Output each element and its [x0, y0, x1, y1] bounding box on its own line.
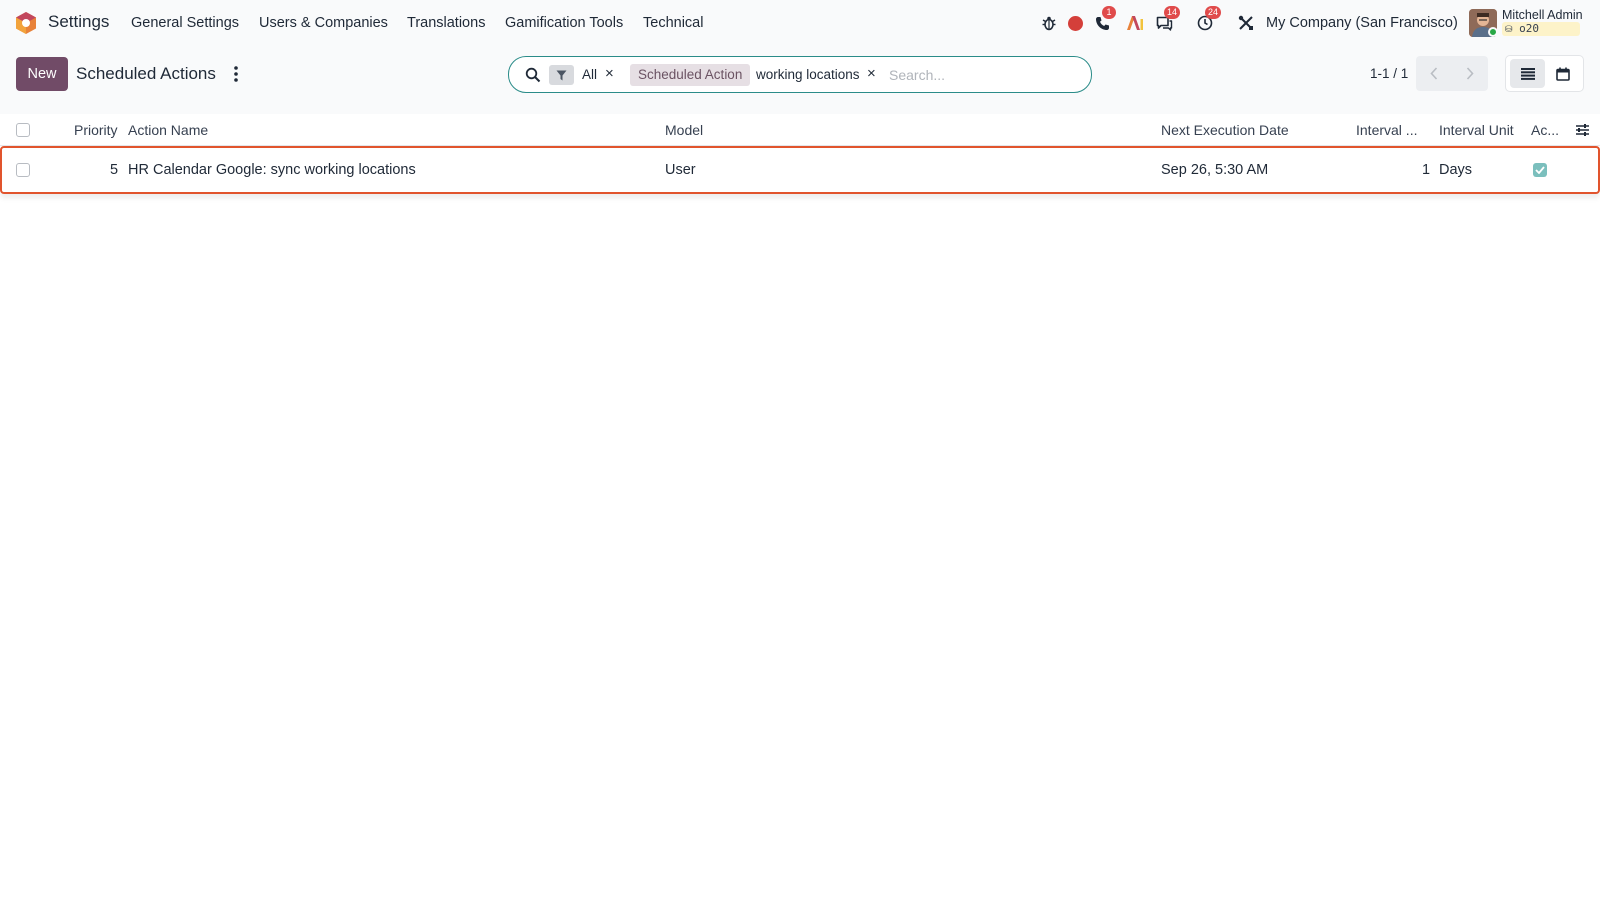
- filter-icon: [549, 65, 574, 85]
- chat-icon[interactable]: 14: [1154, 6, 1181, 33]
- clock-icon[interactable]: 24: [1195, 6, 1222, 33]
- row-select-checkbox[interactable]: [16, 163, 30, 177]
- phone-icon[interactable]: 1: [1092, 6, 1116, 33]
- group-facet-label: Scheduled Action: [630, 64, 751, 86]
- row-interval-unit: Days: [1439, 162, 1473, 178]
- row-model: User: [665, 162, 696, 178]
- bug-icon[interactable]: [1039, 13, 1059, 33]
- search-input[interactable]: [889, 64, 1079, 86]
- list-view-icon[interactable]: [1510, 59, 1545, 88]
- company-switcher[interactable]: My Company (San Francisco): [1266, 15, 1458, 31]
- row-action-name: HR Calendar Google: sync working locatio…: [128, 162, 416, 178]
- database-name: o20: [1519, 22, 1540, 35]
- row-next-execution-date: Sep 26, 5:30 AM: [1161, 162, 1269, 178]
- app-name[interactable]: Settings: [48, 12, 109, 32]
- row-active-checkbox[interactable]: [1533, 163, 1547, 177]
- column-active[interactable]: Ac...: [1531, 122, 1559, 138]
- optional-columns-icon[interactable]: [1575, 123, 1590, 137]
- control-panel: New Scheduled Actions All × Scheduled Ac…: [0, 46, 1600, 114]
- activity-badge: 24: [1205, 6, 1222, 19]
- menu-general-settings[interactable]: General Settings: [131, 15, 239, 31]
- menu-translations[interactable]: Translations: [407, 15, 485, 31]
- ai-icon[interactable]: [1125, 13, 1145, 33]
- pager-previous-icon[interactable]: [1416, 56, 1452, 91]
- filter-facet-value: All: [582, 67, 598, 82]
- column-interval-number[interactable]: Interval ...: [1356, 122, 1417, 138]
- column-priority[interactable]: Priority: [74, 122, 118, 138]
- search-icon[interactable]: [525, 67, 541, 83]
- table-row[interactable]: 5 HR Calendar Google: sync working locat…: [0, 146, 1600, 194]
- tools-icon[interactable]: [1236, 13, 1256, 33]
- page-title: Scheduled Actions: [76, 64, 216, 83]
- row-interval-number: 1: [1422, 162, 1431, 178]
- column-model[interactable]: Model: [665, 122, 703, 138]
- new-button[interactable]: New: [16, 57, 68, 91]
- menu-users-companies[interactable]: Users & Companies: [259, 15, 388, 31]
- record-icon[interactable]: [1065, 13, 1085, 33]
- phone-badge: 1: [1102, 6, 1116, 19]
- pager-next-icon[interactable]: [1452, 56, 1488, 91]
- pager-buttons: [1416, 56, 1488, 91]
- chat-badge: 14: [1164, 6, 1181, 19]
- remove-group-facet-icon[interactable]: ×: [867, 66, 876, 82]
- actions-menu-icon[interactable]: [230, 65, 242, 83]
- view-switcher: [1505, 55, 1584, 92]
- group-facet-value: working locations: [756, 67, 860, 82]
- column-next-execution-date[interactable]: Next Execution Date: [1161, 122, 1289, 138]
- search-bar[interactable]: All × Scheduled Action working locations…: [508, 56, 1092, 93]
- database-tag: ⛁ o20: [1502, 22, 1580, 36]
- database-icon: ⛁: [1505, 25, 1513, 35]
- row-priority: 5: [110, 162, 119, 178]
- pager-value[interactable]: 1-1 / 1: [1370, 66, 1408, 81]
- menu-gamification-tools[interactable]: Gamification Tools: [505, 15, 623, 31]
- table-header: Priority Action Name Model Next Executio…: [0, 114, 1600, 146]
- online-status-icon: [1488, 27, 1498, 37]
- calendar-view-icon[interactable]: [1545, 59, 1580, 88]
- column-action-name[interactable]: Action Name: [128, 122, 208, 138]
- column-interval-unit[interactable]: Interval Unit: [1439, 122, 1514, 138]
- remove-filter-facet-icon[interactable]: ×: [605, 66, 614, 82]
- app-logo-icon[interactable]: [15, 11, 37, 35]
- select-all-checkbox[interactable]: [16, 123, 30, 137]
- menu-technical[interactable]: Technical: [643, 15, 703, 31]
- user-name[interactable]: Mitchell Admin: [1502, 8, 1583, 22]
- top-navbar: Settings General Settings Users & Compan…: [0, 0, 1600, 46]
